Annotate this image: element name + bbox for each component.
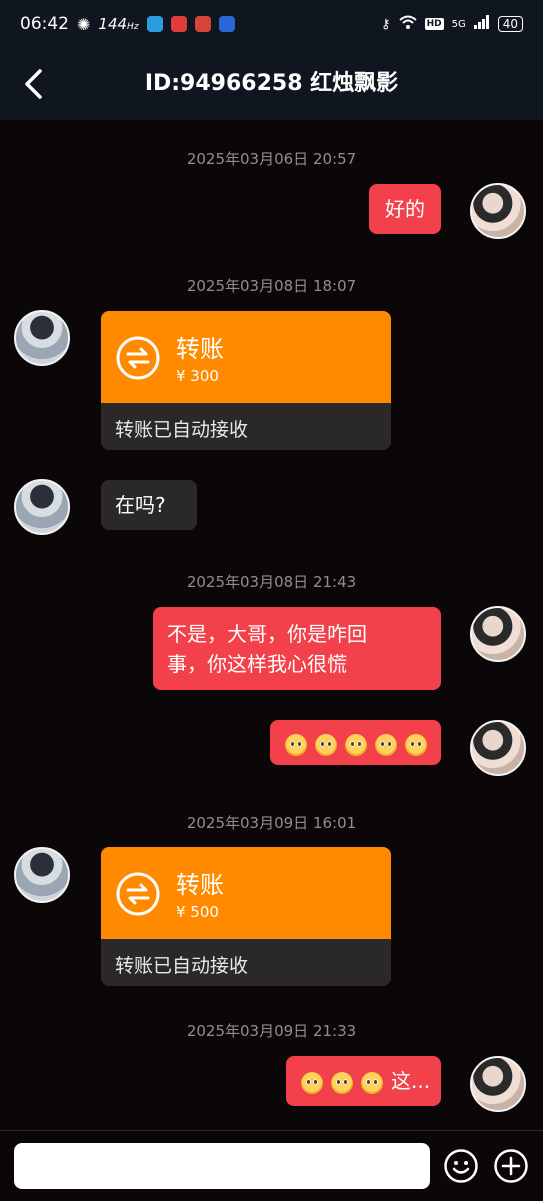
app-red-icon xyxy=(170,16,187,32)
outgoing-emoji-message[interactable]: 这... xyxy=(286,1056,441,1106)
pleading-face-icon xyxy=(315,733,337,756)
game-icon xyxy=(194,16,211,32)
timestamp: 2025年03月06日 20:57 xyxy=(186,150,357,168)
self-avatar[interactable] xyxy=(470,1056,526,1112)
refresh-rate: 144Hz xyxy=(98,15,139,33)
transfer-card[interactable]: 转账 ¥ 300 转账已自动接收 xyxy=(101,311,391,450)
outgoing-message[interactable]: 好的 xyxy=(369,184,441,234)
transfer-amount: ¥ 300 xyxy=(176,367,219,385)
key-icon: ⚷ xyxy=(381,16,391,32)
aperture-icon: ✺ xyxy=(77,14,91,34)
self-avatar[interactable] xyxy=(470,606,526,662)
transfer-amount: ¥ 500 xyxy=(176,903,219,921)
emoji-button-icon[interactable] xyxy=(443,1148,479,1184)
contact-avatar[interactable] xyxy=(14,479,70,535)
telegram-icon xyxy=(146,16,163,32)
app-blue-icon xyxy=(218,16,235,32)
pleading-face-icon xyxy=(361,1071,383,1094)
add-button-icon[interactable] xyxy=(493,1148,529,1184)
timestamp: 2025年03月08日 21:43 xyxy=(186,573,357,591)
self-avatar[interactable] xyxy=(470,183,526,239)
signal-icon xyxy=(473,15,490,33)
pleading-face-icon xyxy=(405,733,427,756)
transfer-status: 转账已自动接收 xyxy=(115,955,249,977)
input-bar xyxy=(0,1130,543,1201)
chat-header: ID:94966258 红烛飘影 xyxy=(0,48,543,120)
incoming-message[interactable]: 在吗? xyxy=(101,480,197,530)
transfer-title: 转账 xyxy=(176,871,224,899)
transfer-icon xyxy=(116,872,160,916)
outgoing-message[interactable]: 不是，大哥，你是咋回 事，你这样我心很慌 xyxy=(153,607,441,690)
timestamp: 2025年03月09日 21:33 xyxy=(186,1022,357,1040)
self-avatar[interactable] xyxy=(470,720,526,776)
chat-title: ID:94966258 红烛飘影 xyxy=(144,71,399,96)
message-input[interactable] xyxy=(14,1143,430,1189)
transfer-card[interactable]: 转账 ¥ 500 转账已自动接收 xyxy=(101,847,391,986)
hd-badge: HD xyxy=(424,18,444,30)
message-text: 好的 xyxy=(385,197,425,221)
outgoing-emoji-message[interactable] xyxy=(270,720,441,765)
timestamp: 2025年03月08日 18:07 xyxy=(186,277,357,295)
contact-avatar[interactable] xyxy=(14,847,70,903)
battery-indicator: 40 xyxy=(497,16,523,32)
pleading-face-icon xyxy=(301,1071,323,1094)
transfer-status: 转账已自动接收 xyxy=(115,419,249,441)
transfer-icon xyxy=(116,336,160,380)
pleading-face-icon xyxy=(375,733,397,756)
message-text: 这... xyxy=(391,1069,431,1093)
wifi-icon xyxy=(398,15,417,33)
status-time: 06:42 xyxy=(20,14,69,34)
message-text-line: 不是，大哥，你是咋回 xyxy=(167,622,367,646)
message-text-line: 事，你这样我心很慌 xyxy=(167,652,347,676)
timestamp: 2025年03月09日 16:01 xyxy=(186,814,357,832)
network-label: 5G xyxy=(451,18,466,30)
pleading-face-icon xyxy=(285,733,307,756)
pleading-face-icon xyxy=(331,1071,353,1094)
message-text: 在吗? xyxy=(115,493,166,517)
transfer-title: 转账 xyxy=(176,335,224,363)
chat-message-list[interactable]: 2025年03月06日 20:57 好的 2025年03月08日 18:07 转… xyxy=(0,120,543,1130)
status-bar: 06:42 ✺ 144Hz ⚷ HD 5G 40 xyxy=(0,0,543,48)
contact-avatar[interactable] xyxy=(14,310,70,366)
pleading-face-icon xyxy=(345,733,367,756)
